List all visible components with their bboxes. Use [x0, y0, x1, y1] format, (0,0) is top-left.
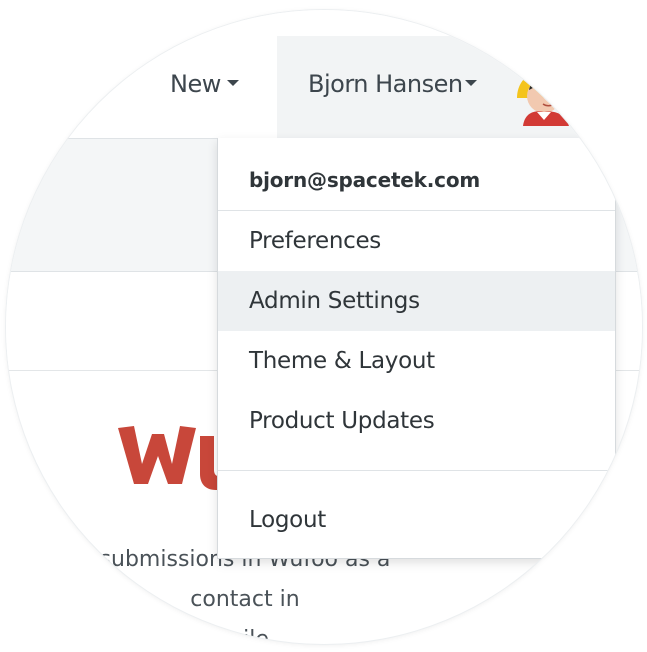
new-menu-button[interactable]: New: [170, 70, 239, 98]
user-menu-button[interactable]: Bjorn Hansen: [277, 36, 642, 138]
avatar[interactable]: [513, 68, 573, 128]
user-email: bjorn@spacetek.com: [249, 168, 481, 192]
new-menu-label: New: [170, 70, 221, 98]
user-menu-label-wrap: Bjorn Hansen: [308, 70, 477, 98]
top-navbar: New Bjorn Hansen: [6, 10, 642, 139]
description-line: Agile.: [214, 627, 276, 644]
zoom-circle: New Bjorn Hansen submissions in Wufoo as…: [6, 10, 642, 644]
wufoo-logo-icon: [118, 426, 232, 490]
app-frame: New Bjorn Hansen submissions in Wufoo as…: [6, 10, 642, 644]
user-name: Bjorn Hansen: [308, 70, 463, 98]
menu-item-logout[interactable]: Logout: [218, 490, 615, 550]
page: New Bjorn Hansen submissions in Wufoo as…: [0, 0, 647, 652]
menu-item-theme-layout[interactable]: Theme & Layout: [218, 331, 615, 391]
caret-down-icon: [464, 80, 477, 86]
menu-divider: [218, 470, 615, 471]
menu-item-product-updates[interactable]: Product Updates: [218, 391, 615, 451]
menu-item-admin-settings[interactable]: Admin Settings: [218, 271, 615, 331]
menu-item-preferences[interactable]: Preferences: [218, 211, 615, 271]
user-dropdown-menu: bjorn@spacetek.com Preferences Admin Set…: [217, 138, 616, 559]
caret-down-icon: [226, 80, 239, 86]
